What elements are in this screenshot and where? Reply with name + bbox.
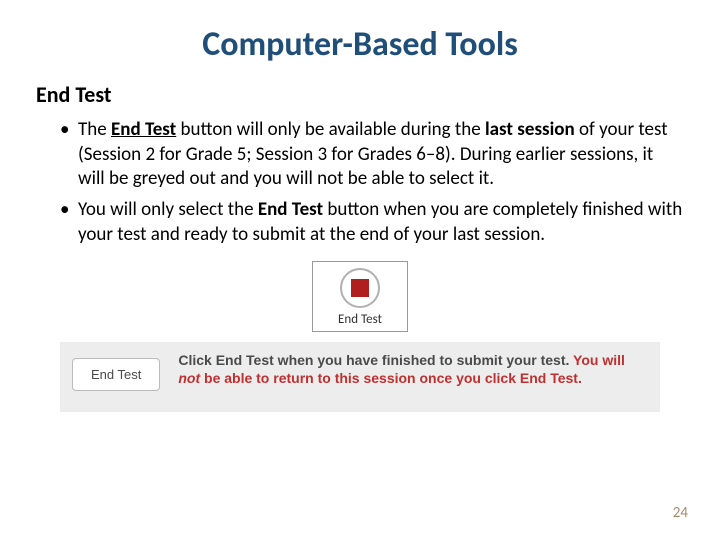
stop-square-icon	[351, 279, 369, 297]
bullet-item: You will only select the End Test button…	[60, 198, 684, 247]
bold-text: End Test	[258, 198, 323, 221]
warning-emphasis: not	[178, 370, 200, 386]
text: The	[78, 118, 111, 141]
section-heading: End Test	[36, 81, 684, 108]
slide-title: Computer-Based Tools	[36, 24, 684, 65]
page-number: 24	[673, 504, 688, 522]
end-test-icon-label: End Test	[317, 312, 403, 327]
instruction-text: Click End Test when you have finished to…	[178, 352, 648, 387]
end-test-icon-card: End Test	[312, 261, 408, 332]
bullet-item: The End Test button will only be availab…	[60, 118, 684, 192]
stop-icon	[340, 268, 380, 308]
text: Click End Test when you have finished to…	[178, 352, 573, 368]
warning-text: be able to return to this session once y…	[200, 370, 582, 386]
bold-text: last session	[485, 118, 575, 141]
slide: Computer-Based Tools End Test The End Te…	[0, 0, 720, 540]
end-test-button[interactable]: End Test	[72, 358, 160, 391]
bullet-list: The End Test button will only be availab…	[36, 118, 684, 247]
text: button will only be available during the	[176, 118, 485, 141]
instruction-strip: End Test Click End Test when you have fi…	[60, 342, 660, 412]
text: You will only select the	[78, 198, 258, 221]
warning-text: You will	[573, 352, 625, 368]
bold-underline-text: End Test	[111, 118, 176, 141]
